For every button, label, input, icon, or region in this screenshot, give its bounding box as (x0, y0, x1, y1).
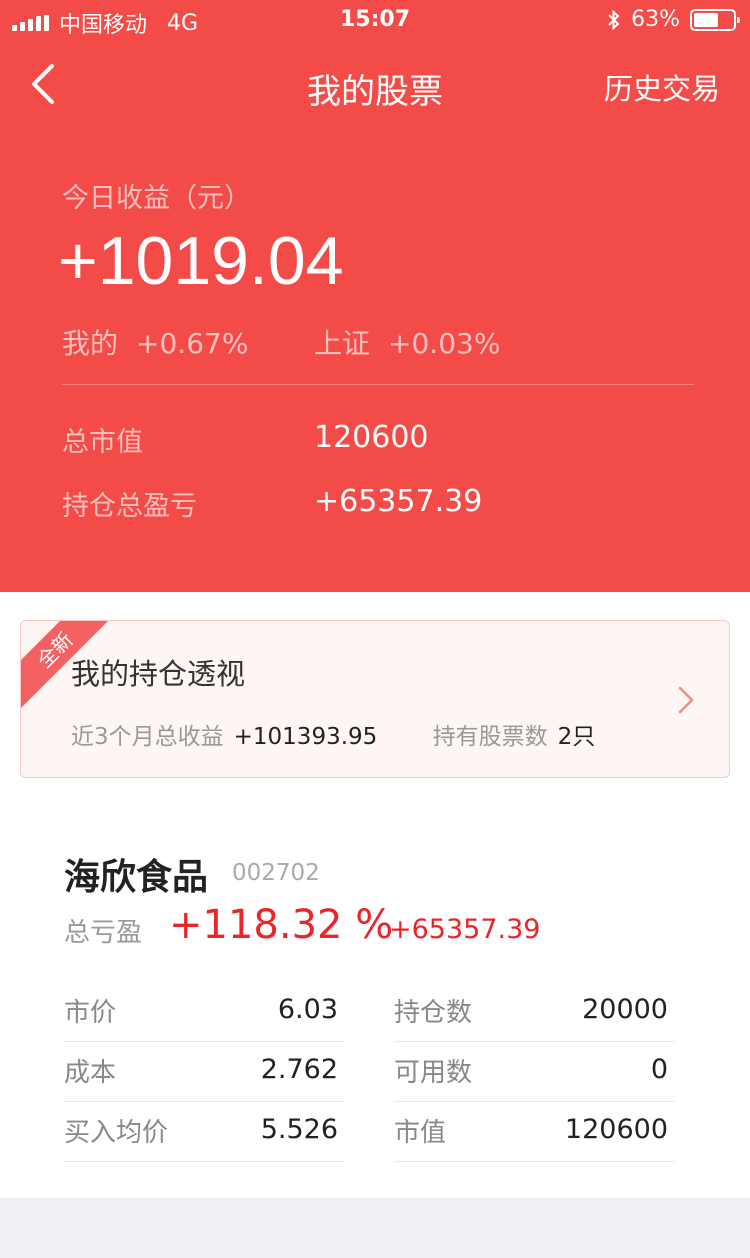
stock-pl-percent: +118.32 % (169, 902, 394, 948)
stock-pl-amount: +65357.39 (389, 914, 541, 945)
holdings-section: 全新 我的持仓透视 近3个月总收益 +101393.95 持有股票数 2只 海欣食品… (0, 592, 750, 1198)
mine-percent: +0.67% (136, 327, 249, 360)
market-value: 120600 (314, 420, 429, 455)
index-label: 上证 (314, 327, 371, 360)
field-value: 20000 (582, 994, 668, 1025)
field-value: 0 (650, 1054, 668, 1085)
position-pl-row: 持仓总盈亏 +65357.39 (62, 484, 482, 523)
position-pl-value: +65357.39 (314, 484, 483, 519)
today-earnings-label: 今日收益（元） (62, 183, 251, 214)
stock-pl-label: 总亏盈 (64, 918, 143, 948)
count-label: 持有股票数 (432, 724, 548, 750)
market-value-row: 总市值 120600 (62, 420, 429, 459)
divider (62, 384, 694, 385)
field-label: 市值 (394, 1118, 447, 1148)
field-value: 6.03 (277, 994, 338, 1025)
market-value-label: 总市值 (62, 427, 143, 458)
summary-header: 中国移动 4G 15:07 63% 我的股票 历史交易 今日收益（元） +101… (0, 0, 750, 592)
field-value: 2.762 (260, 1054, 338, 1085)
field-label: 买入均价 (64, 1118, 169, 1148)
chevron-right-icon (678, 686, 694, 714)
field-label: 市价 (64, 998, 117, 1028)
holdings-insight-card[interactable]: 全新 我的持仓透视 近3个月总收益 +101393.95 持有股票数 2只 (20, 620, 730, 778)
today-earnings-value: +1019.04 (58, 223, 344, 299)
stock-code: 002702 (232, 860, 320, 886)
field-value: 5.526 (260, 1114, 338, 1145)
percent-row: 我的 +0.67% 上证 +0.03% (62, 322, 500, 362)
nav-bar: 我的股票 历史交易 (0, 52, 750, 116)
stock-name: 海欣食品 (64, 857, 209, 898)
battery-percent: 63% (631, 7, 680, 32)
field-label: 可用数 (394, 1058, 473, 1088)
battery-icon (690, 8, 740, 31)
status-bar: 中国移动 4G 15:07 63% (0, 0, 750, 40)
stock-card[interactable]: 海欣食品 002702 总亏盈 +118.32 % +65357.39 (64, 848, 684, 948)
index-percent: +0.03% (388, 327, 501, 360)
insight-stats: 近3个月总收益 +101393.95 持有股票数 2只 (71, 717, 595, 751)
bluetooth-icon (608, 9, 620, 30)
field-cost: 成本 2.762 (64, 1042, 344, 1102)
history-trades-link[interactable]: 历史交易 (604, 66, 720, 108)
field-avg-buy-price: 买入均价 5.526 (64, 1102, 344, 1162)
return-label: 近3个月总收益 (71, 724, 224, 750)
position-pl-label: 持仓总盈亏 (62, 491, 197, 522)
field-label: 成本 (64, 1058, 117, 1088)
field-value: 120600 (564, 1114, 668, 1145)
insight-title: 我的持仓透视 (71, 657, 246, 691)
my-stocks-page: 中国移动 4G 15:07 63% 我的股票 历史交易 今日收益（元） +101… (0, 0, 750, 1258)
return-value: +101393.95 (233, 724, 378, 750)
field-market-value: 市值 120600 (394, 1102, 674, 1162)
count-value: 2只 (557, 724, 596, 750)
stock-pl-row: 总亏盈 +118.32 % +65357.39 (64, 902, 684, 962)
field-available-qty: 可用数 0 (394, 1042, 674, 1102)
field-label: 持仓数 (394, 998, 473, 1028)
mine-label: 我的 (62, 327, 119, 360)
field-market-price: 市价 6.03 (64, 982, 344, 1042)
field-position-qty: 持仓数 20000 (394, 982, 674, 1042)
